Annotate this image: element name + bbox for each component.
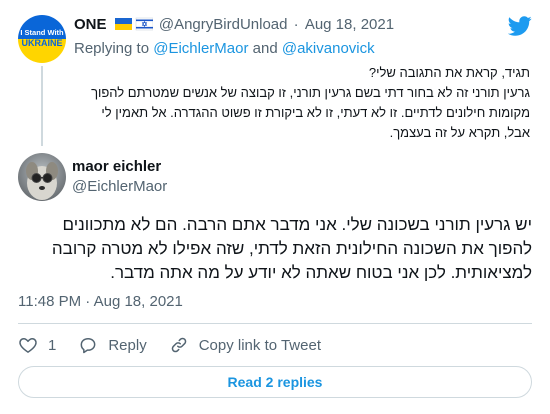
main-display-name[interactable]: maor eichler (72, 158, 161, 176)
replying-prefix: Replying to (74, 40, 150, 57)
reply-button[interactable]: Reply (78, 335, 147, 355)
reply-label: Reply (108, 336, 147, 354)
like-count: 1 (48, 336, 57, 354)
tweet-actions: 1 Reply Copy link to Tweet (18, 333, 343, 357)
avatar-text-line2: UKRAINE (21, 38, 62, 48)
link-icon (171, 337, 186, 353)
parent-tweet-text: תגיד, קראת את התגובה שלי? גרעין תורני זה… (91, 65, 530, 140)
replying-and: and (252, 40, 278, 57)
embedded-tweet-card: I Stand With UKRAINE ONE @AngryBirdUnloa… (0, 0, 550, 414)
tweet-timestamp[interactable]: 11:48 PM · Aug 18, 2021 (18, 293, 183, 311)
copy-link-button[interactable]: Copy link to Tweet (169, 335, 321, 355)
actions-divider (18, 323, 532, 324)
meta-separator: · (85, 293, 91, 310)
parent-tweet-header: ONE @AngryBirdUnload · Aug 18, 2021 (74, 16, 394, 36)
parent-handle[interactable]: @AngryBirdUnload (159, 16, 288, 33)
thread-connector (41, 66, 43, 146)
parent-tweet[interactable]: I Stand With UKRAINE ONE @AngryBirdUnloa… (0, 0, 550, 146)
copy-link-label: Copy link to Tweet (198, 336, 321, 354)
twitter-bird-icon[interactable] (507, 14, 532, 38)
parent-display-name[interactable]: ONE (74, 16, 107, 33)
parent-date[interactable]: Aug 18, 2021 (305, 16, 394, 33)
replying-to-link-1[interactable]: @EichlerMaor (153, 40, 248, 57)
dog-avatar[interactable] (18, 153, 66, 201)
ukraine-and-israel-flags-icon (114, 17, 153, 36)
like-button[interactable]: 1 (18, 335, 56, 355)
replying-to-link-2[interactable]: @akivanovick (282, 40, 375, 57)
tweet-date[interactable]: Aug 18, 2021 (94, 293, 183, 310)
main-tweet-text: יש גרעין תורני בשכונה שלי. אני מדבר אתם … (51, 215, 532, 282)
avatar-text-line1: I Stand With (20, 28, 64, 37)
stand-with-ukraine-avatar[interactable]: I Stand With UKRAINE (18, 15, 66, 63)
read-replies-button[interactable]: Read 2 replies (18, 366, 532, 398)
heart-icon (19, 338, 37, 353)
replying-to-line: Replying to @EichlerMaor and @akivanovic… (74, 40, 375, 58)
main-handle[interactable]: @EichlerMaor (72, 178, 167, 196)
header-separator: · (293, 16, 299, 33)
reply-bubble-icon (80, 338, 96, 354)
tweet-time[interactable]: 11:48 PM (18, 293, 81, 310)
